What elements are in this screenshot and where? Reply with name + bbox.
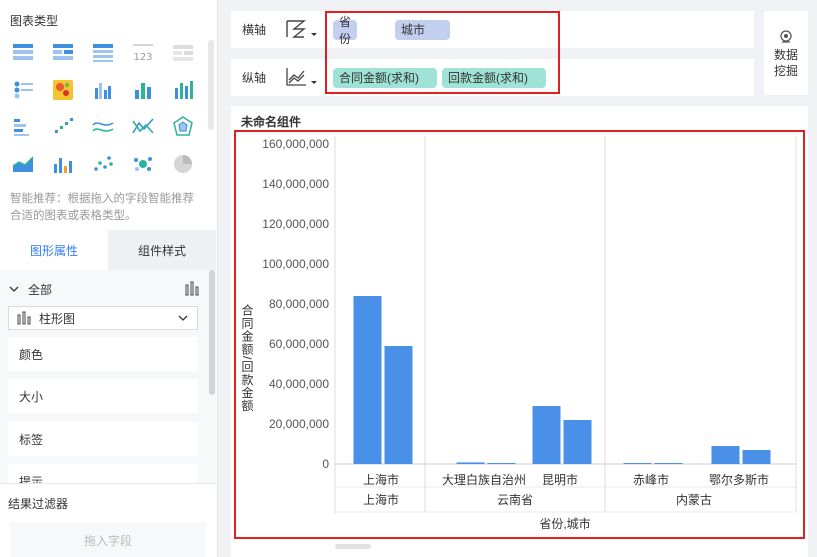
chart-type-scrollbar[interactable]: [208, 40, 214, 130]
chevron-down-icon: [178, 315, 188, 321]
scatter-icon[interactable]: [90, 151, 116, 177]
multi-line-icon[interactable]: [130, 114, 156, 140]
smart-recommend-text: 智能推荐：根据拖入的字段智能推荐合适的图表或表格类型。: [10, 193, 194, 222]
result-filter: 结果过滤器 拖入字段: [0, 483, 216, 557]
data-mining-button[interactable]: 数据 挖掘: [764, 11, 808, 95]
multi-bar-icon[interactable]: [170, 77, 196, 103]
x-axis-type-icon[interactable]: [284, 18, 320, 40]
axis-fields-highlight: [325, 11, 560, 94]
property-area: 全部 柱形图 颜色 大小 标签 提示: [0, 270, 216, 483]
point-map-icon[interactable]: [10, 77, 36, 103]
svg-text:123: 123: [133, 52, 152, 63]
filter-drop-zone[interactable]: 拖入字段: [10, 522, 206, 557]
all-series-label: 全部: [28, 282, 53, 297]
combo-chart-icon[interactable]: [50, 151, 76, 177]
x-axis-label: 横轴: [242, 23, 267, 37]
radar-icon[interactable]: [170, 114, 196, 140]
chart-highlight: [234, 130, 805, 539]
chart-subtype-select[interactable]: 柱形图: [8, 306, 198, 330]
data-mining-line1: 数据: [773, 48, 798, 62]
all-series-row[interactable]: 全部: [8, 280, 200, 298]
chart-horizontal-scrollbar[interactable]: [335, 544, 371, 549]
chart-type-panel: 图表类型 123 智能推荐：根据拖入的字段智能推荐合适的图表或表格类型。 图形属…: [0, 0, 218, 557]
bar-chart-icon[interactable]: [130, 77, 156, 103]
cross-table-icon[interactable]: [10, 40, 36, 66]
result-filter-title: 结果过滤器: [8, 497, 69, 511]
tab-graphic-properties[interactable]: 图形属性: [0, 230, 108, 270]
data-mining-line2: 挖掘: [773, 64, 798, 78]
data-mining-icon: [780, 30, 792, 43]
chart-subtype-value: 柱形图: [39, 311, 76, 326]
stacked-bar-icon[interactable]: [10, 114, 36, 140]
y-axis-type-icon[interactable]: [284, 66, 320, 88]
scatter-step-icon[interactable]: [50, 114, 76, 140]
detail-table-icon[interactable]: [90, 40, 116, 66]
kpi-number-icon[interactable]: 123: [130, 40, 156, 66]
tab-component-style[interactable]: 组件样式: [108, 230, 216, 270]
data-mining-label: 数据 挖掘: [774, 47, 798, 79]
grouped-bar-icon[interactable]: [90, 77, 116, 103]
bubble-icon[interactable]: [130, 151, 156, 177]
prop-label[interactable]: 标签: [8, 422, 198, 456]
y-axis-label: 纵轴: [242, 71, 267, 85]
prop-color[interactable]: 颜色: [8, 337, 198, 371]
area-chart-icon[interactable]: [10, 151, 36, 177]
heatmap-icon[interactable]: [50, 77, 76, 103]
pie-chart-disabled-icon[interactable]: [170, 151, 196, 177]
chart-type-title: 图表类型: [10, 14, 59, 28]
disabled-table-icon[interactable]: [170, 40, 196, 66]
property-scrollbar[interactable]: [209, 270, 215, 395]
property-tabs: 图形属性 组件样式: [0, 230, 216, 270]
prop-tooltip[interactable]: 提示: [8, 464, 198, 483]
grouped-table-icon[interactable]: [50, 40, 76, 66]
prop-size[interactable]: 大小: [8, 379, 198, 413]
bar-chart-icon: [185, 281, 199, 296]
chevron-down-icon: [9, 286, 19, 292]
line-chart-icon[interactable]: [90, 114, 116, 140]
bar-chart-icon: [17, 311, 31, 325]
